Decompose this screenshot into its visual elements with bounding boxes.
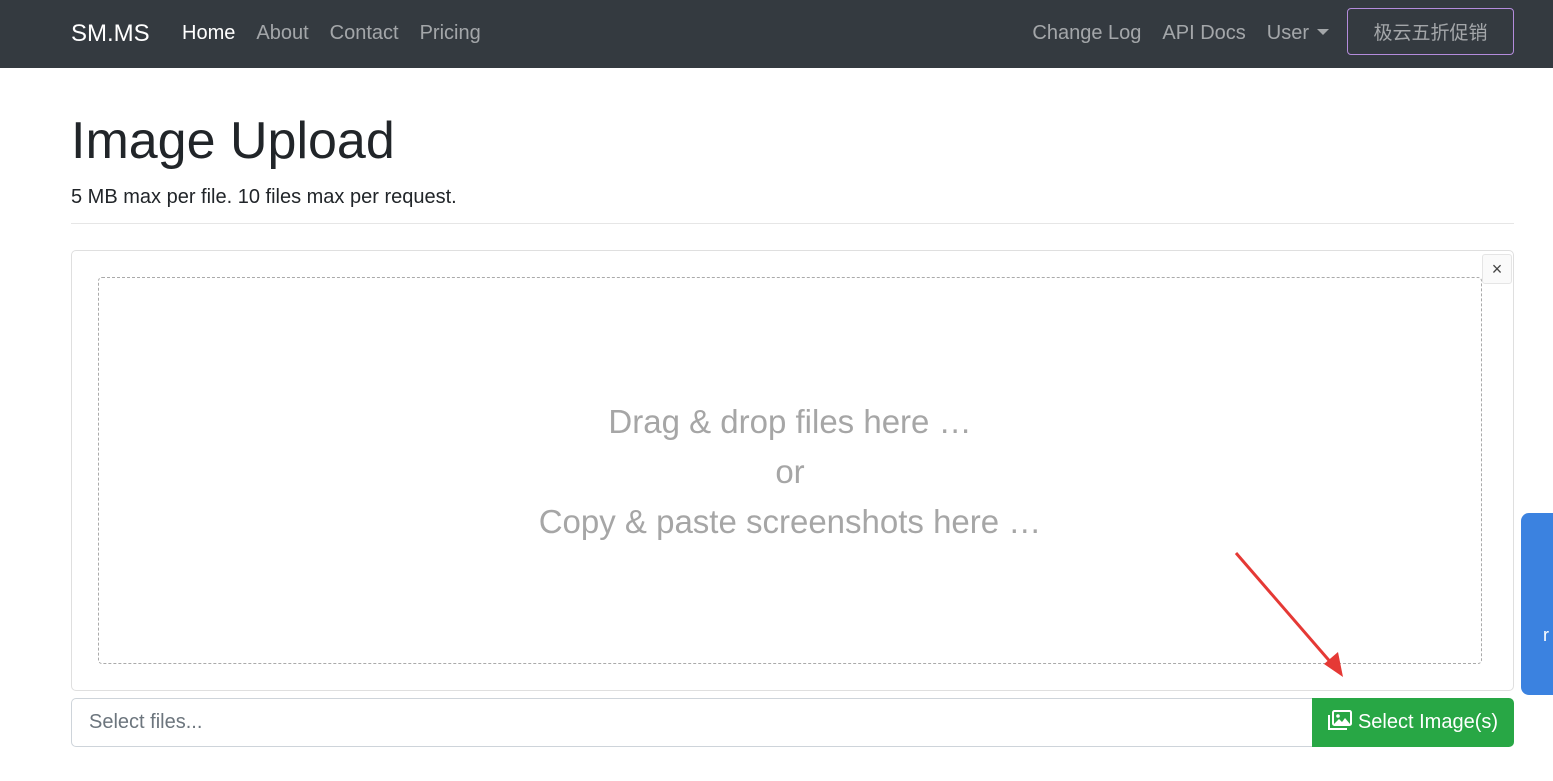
images-icon: [1327, 709, 1352, 736]
divider: [71, 223, 1514, 224]
drop-line-drag: Drag & drop files here …: [608, 403, 972, 440]
nav-change-log[interactable]: Change Log: [1032, 20, 1141, 46]
promo-button[interactable]: 极云五折促销: [1347, 8, 1514, 55]
page-title: Image Upload: [71, 112, 395, 170]
nav-about[interactable]: About: [256, 20, 308, 46]
select-images-button[interactable]: Select Image(s): [1312, 698, 1514, 747]
caret-down-icon: [1317, 29, 1329, 35]
nav-api-docs[interactable]: API Docs: [1162, 20, 1245, 46]
nav-right-links: Change Log API Docs User: [1032, 20, 1329, 46]
nav-contact[interactable]: Contact: [330, 20, 399, 46]
close-button[interactable]: ×: [1482, 254, 1512, 284]
file-select-input[interactable]: Select files...: [71, 698, 1313, 747]
nav-user-dropdown[interactable]: User: [1267, 20, 1329, 46]
top-navbar: SM.MS Home About Contact Pricing Change …: [0, 0, 1553, 68]
brand-logo[interactable]: SM.MS: [71, 20, 150, 48]
select-images-label: Select Image(s): [1357, 711, 1499, 733]
page-subtitle: 5 MB max per file. 10 files max per requ…: [71, 186, 457, 208]
side-tab-text: r: [1543, 625, 1549, 645]
drop-zone-text: Drag & drop files here … or Copy & paste…: [98, 397, 1482, 547]
nav-user-label: User: [1266, 22, 1309, 44]
drop-line-paste: Copy & paste screenshots here …: [538, 503, 1042, 540]
nav-home[interactable]: Home: [182, 20, 235, 46]
nav-pricing[interactable]: Pricing: [420, 20, 481, 46]
drop-line-or: or: [775, 453, 805, 490]
nav-left-links: Home About Contact Pricing: [182, 20, 481, 46]
side-feedback-tab[interactable]: r: [1521, 513, 1553, 695]
